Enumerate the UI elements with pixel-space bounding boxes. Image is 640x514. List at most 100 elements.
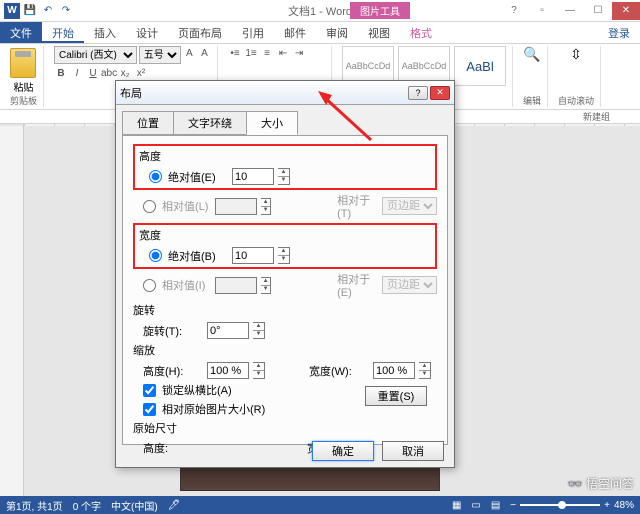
width-abs-spinner[interactable]: ▲▼ <box>278 247 290 264</box>
clipboard-label: 剪贴板 <box>10 94 37 107</box>
dialog-titlebar[interactable]: 布局 ? ✕ <box>116 81 454 105</box>
dialog-tabs: 位置 文字环绕 大小 <box>122 111 448 135</box>
reset-button[interactable]: 重置(S) <box>365 386 427 406</box>
indent-dec-icon[interactable]: ⇤ <box>276 46 290 60</box>
scale-h-label: 高度(H): <box>143 363 203 379</box>
width-abs-label: 绝对值(B) <box>168 248 228 264</box>
tab-design[interactable]: 设计 <box>126 22 168 43</box>
width-rel-spinner: ▲▼ <box>261 277 271 294</box>
original-h-label: 高度: <box>143 440 203 456</box>
underline-icon[interactable]: U <box>86 66 100 80</box>
status-lang[interactable]: 中文(中国) <box>111 498 158 513</box>
minimize-icon[interactable]: — <box>556 2 584 20</box>
title-bar: W 💾 ↶ ↷ 文档1 - Word 图片工具 ? ▫ — ☐ ✕ <box>0 0 640 22</box>
height-abs-spinner[interactable]: ▲▼ <box>278 168 290 185</box>
width-relto-select: 页边距 <box>382 276 437 294</box>
height-relto-label: 相对于(T) <box>337 192 378 220</box>
redo-icon[interactable]: ↷ <box>58 3 74 19</box>
bullets-icon[interactable]: •≡ <box>228 46 242 60</box>
height-rel-spinner: ▲▼ <box>261 198 271 215</box>
zoom-value[interactable]: 48% <box>614 500 634 511</box>
paste-icon[interactable] <box>10 48 36 78</box>
tab-review[interactable]: 审阅 <box>316 22 358 43</box>
scale-h-spinner[interactable]: ▲▼ <box>253 362 265 379</box>
status-page[interactable]: 第1页, 共1页 <box>6 498 63 513</box>
word-icon: W <box>4 3 20 19</box>
multilevel-icon[interactable]: ≡ <box>260 46 274 60</box>
scale-w-spinner[interactable]: ▲▼ <box>419 362 431 379</box>
width-label: 宽度 <box>139 227 431 243</box>
view-read-icon[interactable]: ▭ <box>471 500 480 511</box>
save-icon[interactable]: 💾 <box>22 3 38 19</box>
height-rel-radio[interactable] <box>143 200 156 213</box>
help-icon[interactable]: ? <box>500 2 528 20</box>
ribbon-tabs: 文件 开始 插入 设计 页面布局 引用 邮件 审阅 视图 格式 登录 <box>0 22 640 44</box>
rotate-field-label: 旋转(T): <box>143 323 203 339</box>
width-abs-radio[interactable] <box>149 249 162 262</box>
rotate-spinner[interactable]: ▲▼ <box>253 322 265 339</box>
dialog-close-icon[interactable]: ✕ <box>430 86 450 100</box>
style-heading1[interactable]: AaBl <box>454 46 506 86</box>
rotate-input[interactable] <box>207 322 249 339</box>
dialog-help-icon[interactable]: ? <box>408 86 428 100</box>
original-label: 原始尺寸 <box>133 420 437 436</box>
dtab-position[interactable]: 位置 <box>122 111 174 135</box>
width-rel-label: 相对值(I) <box>162 277 211 293</box>
width-rel-input <box>215 277 257 294</box>
zoom-out-icon[interactable]: − <box>510 500 516 511</box>
tab-insert[interactable]: 插入 <box>84 22 126 43</box>
ok-button[interactable]: 确定 <box>312 441 374 461</box>
bold-icon[interactable]: B <box>54 66 68 80</box>
scale-label: 缩放 <box>133 342 437 358</box>
numbering-icon[interactable]: 1≡ <box>244 46 258 60</box>
dialog-title: 布局 <box>120 85 142 101</box>
quick-access-toolbar: W 💾 ↶ ↷ <box>0 3 74 19</box>
tab-layout[interactable]: 页面布局 <box>168 22 232 43</box>
cancel-button[interactable]: 取消 <box>382 441 444 461</box>
dtab-size[interactable]: 大小 <box>246 111 298 135</box>
height-relto-select: 页边距 <box>382 197 437 215</box>
window-controls: ? ▫ — ☐ ✕ <box>500 2 640 20</box>
undo-icon[interactable]: ↶ <box>40 3 56 19</box>
tab-view[interactable]: 视图 <box>358 22 400 43</box>
group-editing: 🔍 编辑 <box>517 46 548 107</box>
italic-icon[interactable]: I <box>70 66 84 80</box>
zoom-slider[interactable] <box>520 504 600 506</box>
height-abs-input[interactable] <box>232 168 274 185</box>
shrink-font-icon[interactable]: A <box>198 46 211 60</box>
relative-original-checkbox[interactable] <box>143 403 156 416</box>
zoom-in-icon[interactable]: + <box>604 500 610 511</box>
tab-home[interactable]: 开始 <box>42 22 84 43</box>
grow-font-icon[interactable]: A <box>183 46 196 60</box>
dtab-wrap[interactable]: 文字环绕 <box>173 111 247 135</box>
edit-label: 编辑 <box>523 94 541 107</box>
scale-h-input[interactable] <box>207 362 249 379</box>
lock-aspect-checkbox[interactable] <box>143 384 156 397</box>
width-relto-label: 相对于(E) <box>337 271 378 299</box>
font-size-select[interactable]: 五号 <box>139 46 181 64</box>
tab-references[interactable]: 引用 <box>232 22 274 43</box>
ribbon-options-icon[interactable]: ▫ <box>528 2 556 20</box>
strike-icon[interactable]: abc <box>102 66 116 80</box>
height-highlight: 高度 绝对值(E) ▲▼ <box>133 144 437 190</box>
tab-format[interactable]: 格式 <box>400 22 442 43</box>
layout-dialog: 布局 ? ✕ 位置 文字环绕 大小 高度 绝对值(E) ▲▼ 相对值(L) ▲▼… <box>115 80 455 468</box>
scale-w-input[interactable] <box>373 362 415 379</box>
tab-file[interactable]: 文件 <box>0 22 42 43</box>
close-icon[interactable]: ✕ <box>612 2 640 20</box>
width-rel-radio[interactable] <box>143 279 156 292</box>
watermark: 👓 悟空问答 <box>568 475 634 492</box>
maximize-icon[interactable]: ☐ <box>584 2 612 20</box>
sub-icon[interactable]: x₂ <box>118 66 132 80</box>
indent-inc-icon[interactable]: ⇥ <box>292 46 306 60</box>
status-words[interactable]: 0 个字 <box>73 498 101 513</box>
tab-mailings[interactable]: 邮件 <box>274 22 316 43</box>
view-web-icon[interactable]: ▤ <box>491 500 500 511</box>
font-name-select[interactable]: Calibri (西文) <box>54 46 137 64</box>
width-abs-input[interactable] <box>232 247 274 264</box>
height-abs-radio[interactable] <box>149 170 162 183</box>
sup-icon[interactable]: x² <box>134 66 148 80</box>
vertical-ruler <box>0 126 24 496</box>
view-print-icon[interactable]: ▦ <box>452 500 461 511</box>
login-link[interactable]: 登录 <box>598 22 640 43</box>
